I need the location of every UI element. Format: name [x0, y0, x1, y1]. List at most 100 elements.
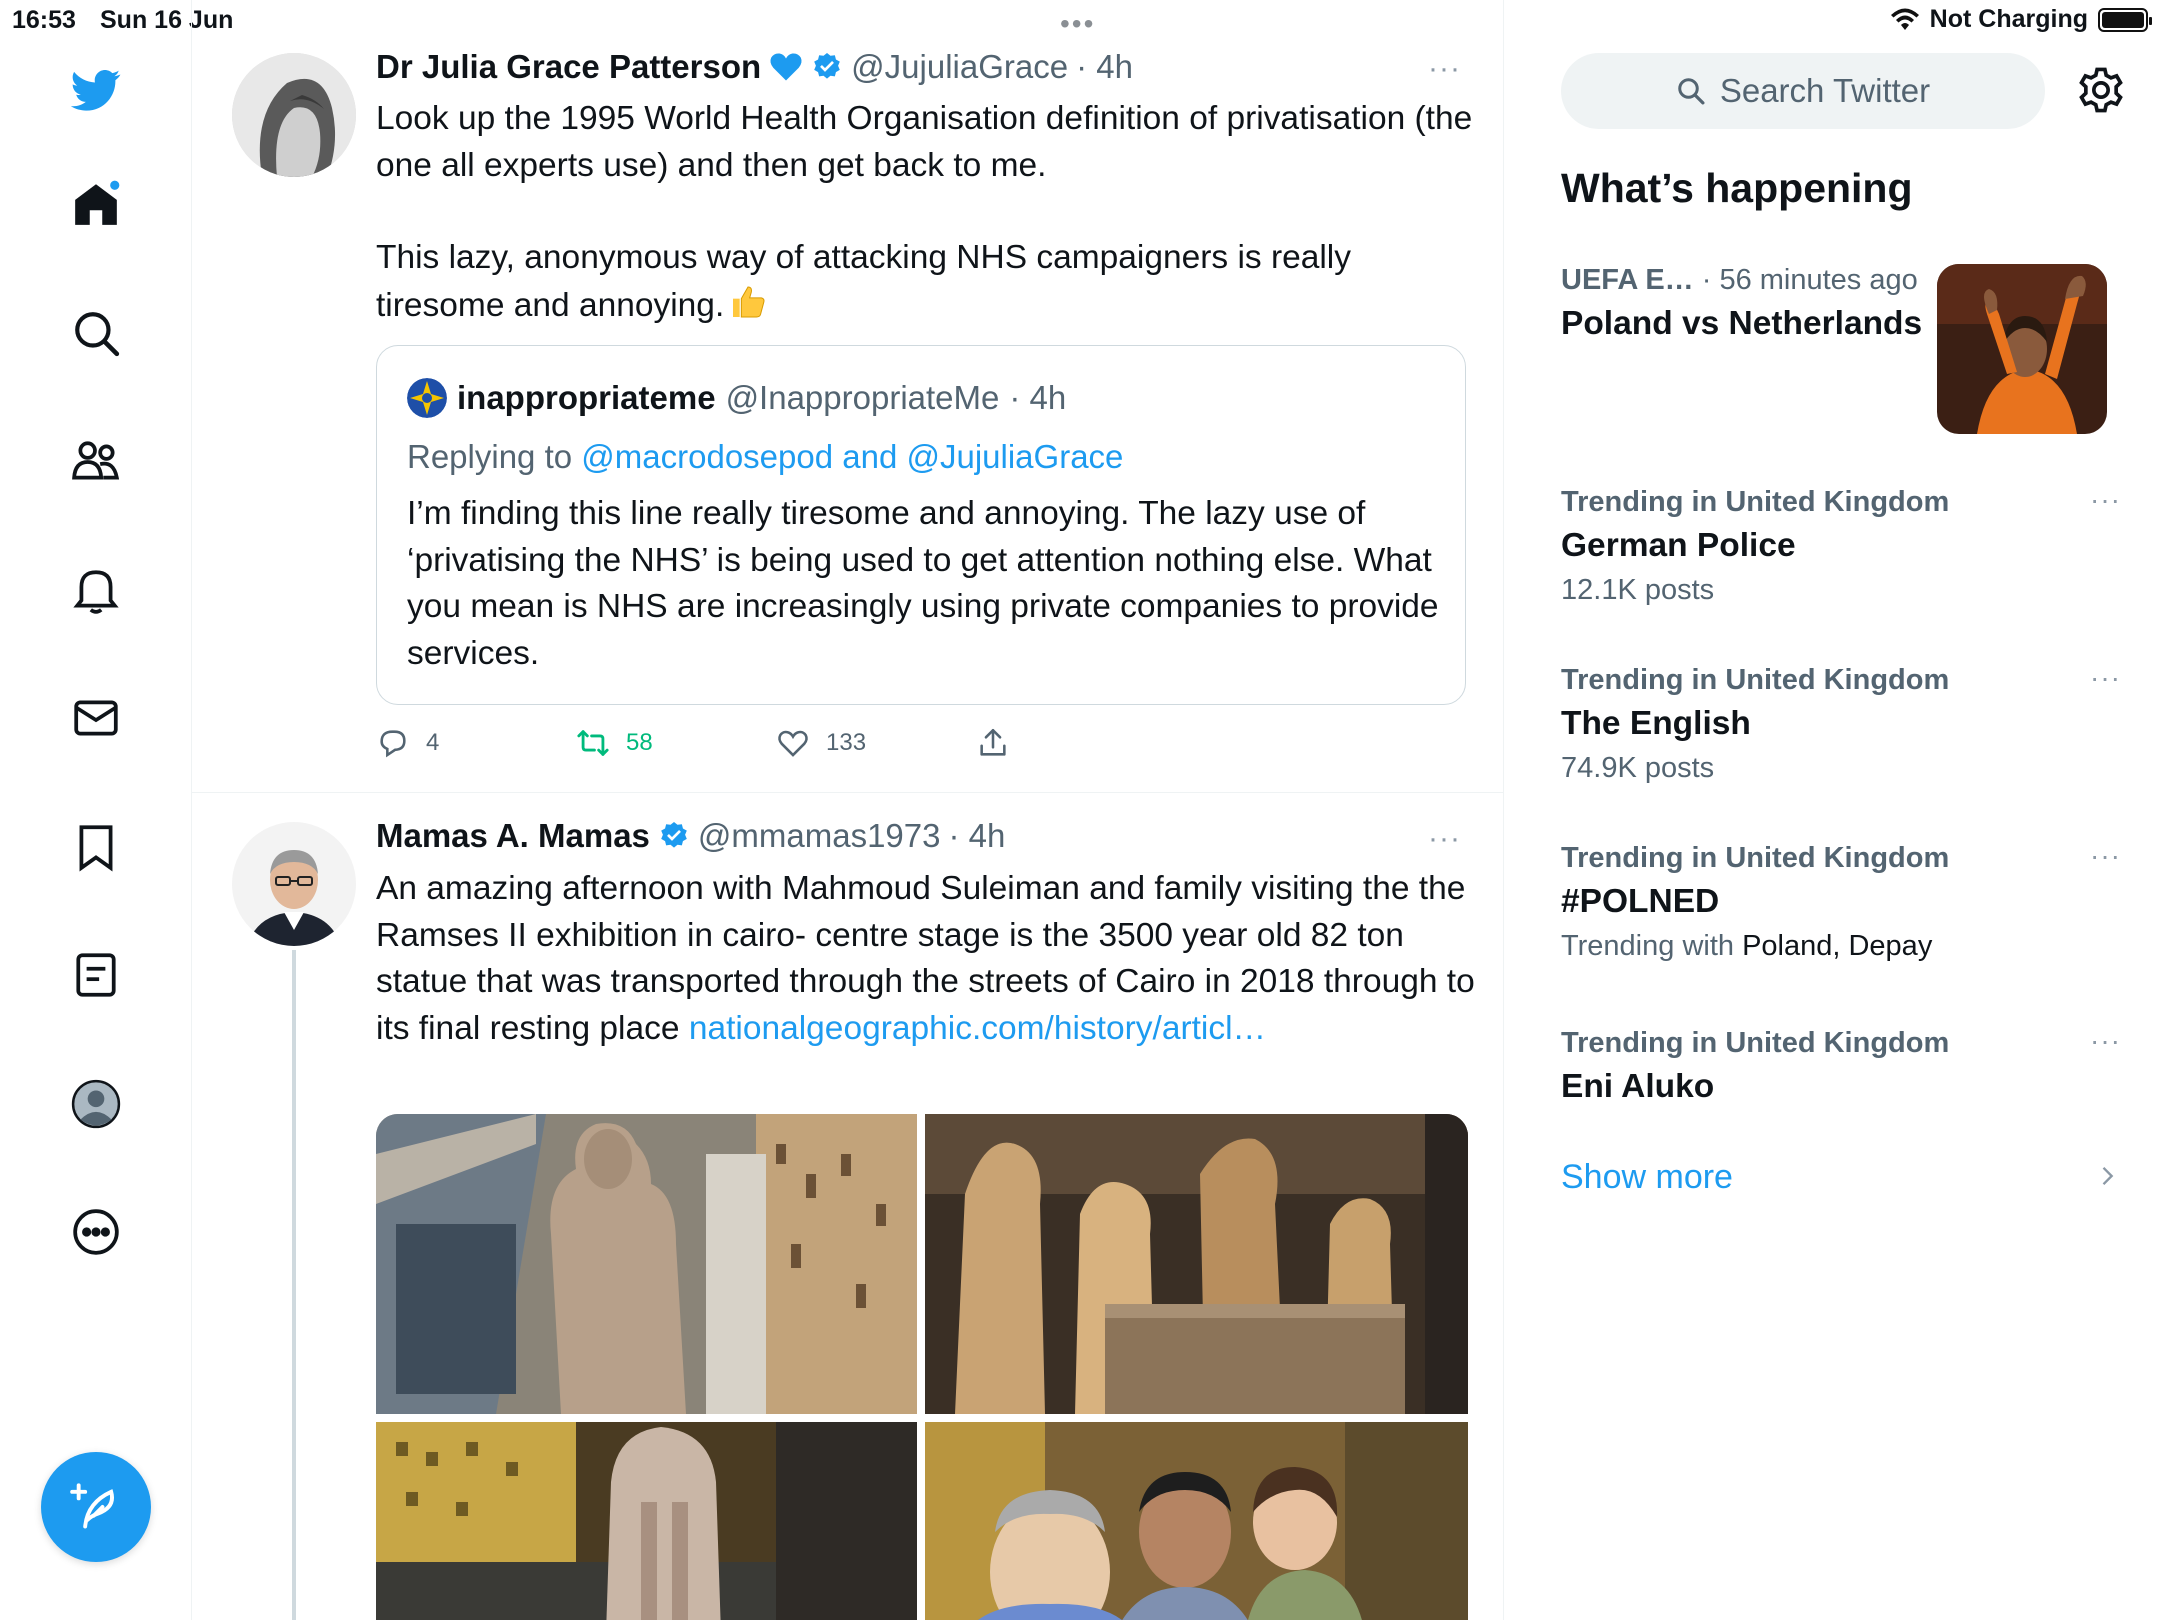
tweet-more-button[interactable]: ··· — [1428, 52, 1461, 86]
more-options-icon[interactable] — [60, 1196, 132, 1268]
trend-item[interactable]: UEFA E… · 56 minutes ago Poland vs Nethe… — [1561, 264, 1941, 344]
timeline[interactable]: Dr Julia Grace Patterson @JujuliaGrace ·… — [192, 0, 1504, 1620]
avatar[interactable] — [232, 822, 356, 946]
author-handle[interactable]: @JujuliaGrace — [851, 48, 1068, 86]
replying-to-users[interactable]: @macrodosepod and @JujuliaGrace — [581, 438, 1123, 475]
tweet-link[interactable]: nationalgeographic.com/history/articl… — [689, 1010, 1266, 1047]
quoted-tweet-header: inappropriateme @InappropriateMe · 4h — [407, 378, 1066, 418]
quoted-avatar[interactable] — [407, 378, 447, 418]
bookmarks-icon[interactable] — [60, 811, 132, 883]
like-button[interactable]: 133 — [776, 726, 866, 760]
blue-heart-icon — [769, 50, 803, 84]
trend-more-button[interactable]: ··· — [2090, 484, 2121, 516]
chevron-right-icon — [2102, 1167, 2114, 1185]
search-icon — [1678, 78, 1705, 105]
quoted-author-name[interactable]: inappropriateme — [457, 379, 716, 417]
messages-mail-icon[interactable] — [60, 682, 132, 754]
tweet-media-grid — [376, 1114, 1468, 1620]
tweet-header: Dr Julia Grace Patterson @JujuliaGrace ·… — [376, 48, 1133, 86]
trend-more-button[interactable]: ··· — [2090, 662, 2121, 694]
trend-related-prefix: Trending with — [1561, 930, 1735, 962]
like-count: 133 — [826, 729, 867, 756]
tweet-text: Look up the 1995 World Health Organisati… — [376, 96, 1476, 335]
explore-search-icon[interactable] — [60, 297, 132, 369]
right-sidebar: Search Twitter What’s happening UEFA E… … — [1505, 0, 2160, 1620]
trend-item[interactable]: Trending in United Kingdom #POLNED Trend… — [1561, 840, 2121, 963]
trend-title: Eni Aluko — [1561, 1068, 1715, 1105]
search-input[interactable]: Search Twitter — [1561, 53, 2045, 129]
retweet-icon — [577, 730, 609, 756]
share-button[interactable] — [976, 726, 1010, 760]
trend-posts: 74.9K posts — [1561, 752, 1715, 784]
tweet-paragraph: This lazy, anonymous way of attacking NH… — [376, 235, 1476, 335]
trend-meta: Trending in United Kingdom — [1561, 486, 2121, 519]
tweet-header: Mamas A. Mamas @mmamas1973 · 4h — [376, 817, 1005, 855]
communities-icon[interactable] — [60, 425, 132, 497]
trend-more-button[interactable]: ··· — [2090, 1025, 2121, 1057]
thread-line — [292, 950, 296, 1620]
trend-image[interactable] — [1937, 264, 2107, 434]
tweet-actions: 4 58 133 — [376, 726, 1076, 766]
media-image[interactable] — [925, 1422, 1468, 1620]
media-image[interactable] — [925, 1114, 1468, 1414]
trend-related-terms: Poland, Depay — [1734, 930, 1933, 962]
profile-avatar-icon[interactable] — [60, 1068, 132, 1140]
trend-meta: Trending in United Kingdom — [1561, 842, 2121, 875]
trend-item[interactable]: Trending in United Kingdom Eni Aluko ··· — [1561, 1025, 2121, 1107]
trend-category: UEFA E… — [1561, 264, 1694, 296]
tweet-text: An amazing afternoon with Mahmoud Suleim… — [376, 866, 1476, 1052]
quoted-tweet-time: · 4h — [1009, 379, 1067, 416]
trend-location: Trending in United Kingdom — [1561, 486, 1950, 518]
tweet-time[interactable]: · 4h — [1076, 48, 1133, 86]
replying-to: Replying to @macrodosepod and @JujuliaGr… — [407, 438, 1123, 476]
tweet-time[interactable]: · 4h — [949, 817, 1006, 855]
search-placeholder: Search Twitter — [1719, 72, 1931, 109]
quoted-author-handle[interactable]: @InappropriateMe — [726, 379, 1000, 417]
notifications-bell-icon[interactable] — [60, 554, 132, 626]
trend-location: Trending in United Kingdom — [1561, 842, 1950, 874]
trend-meta: Trending in United Kingdom — [1561, 664, 2121, 697]
quoted-tweet[interactable]: inappropriateme @InappropriateMe · 4h Re… — [376, 345, 1466, 705]
trend-time: · 56 minutes ago — [1693, 264, 1918, 296]
compose-feather-icon — [70, 1483, 114, 1529]
twitter-logo-icon[interactable] — [60, 54, 132, 126]
author-name[interactable]: Dr Julia Grace Patterson — [376, 48, 761, 86]
tweet-divider — [192, 792, 1503, 793]
trend-location: Trending in United Kingdom — [1561, 1027, 1950, 1059]
settings-gear-icon[interactable] — [2075, 64, 2127, 116]
trend-related: Trending with Poland, Depay — [1561, 930, 2121, 963]
verified-badge-icon — [811, 51, 843, 83]
tweet-paragraph: Look up the 1995 World Health Organisati… — [376, 100, 1473, 184]
lists-icon[interactable] — [60, 939, 132, 1011]
trend-meta: Trending in United Kingdom — [1561, 1027, 2121, 1060]
author-handle[interactable]: @mmamas1973 — [698, 817, 941, 855]
trend-item[interactable]: Trending in United Kingdom The English 7… — [1561, 662, 2121, 785]
trend-item[interactable]: Trending in United Kingdom German Police… — [1561, 484, 2121, 607]
trend-title: German Police — [1561, 527, 1796, 564]
tweet-more-button[interactable]: ··· — [1428, 822, 1461, 856]
trend-title: The English — [1561, 705, 1751, 742]
trend-location: Trending in United Kingdom — [1561, 664, 1950, 696]
quoted-tweet-text: I’m finding this line really tiresome an… — [407, 495, 1439, 672]
trend-meta: UEFA E… · 56 minutes ago — [1561, 264, 1941, 297]
replying-prefix: Replying to — [407, 438, 573, 475]
media-image[interactable] — [376, 1114, 917, 1414]
trend-title: Poland vs Netherlands — [1561, 305, 1923, 342]
share-icon — [980, 728, 1006, 756]
author-name[interactable]: Mamas A. Mamas — [376, 817, 650, 855]
avatar[interactable] — [232, 53, 356, 177]
reply-icon — [380, 730, 406, 758]
heart-icon — [778, 730, 808, 757]
compose-tweet-button[interactable] — [41, 1452, 151, 1562]
media-image[interactable] — [376, 1422, 917, 1620]
tweet-paragraph-text: This lazy, anonymous way of attacking NH… — [376, 239, 1352, 324]
reply-count: 4 — [426, 729, 440, 756]
trend-more-button[interactable]: ··· — [2090, 840, 2121, 872]
whats-happening-title: What’s happening — [1561, 165, 1913, 211]
reply-button[interactable]: 4 — [376, 726, 439, 760]
home-icon[interactable] — [60, 168, 132, 240]
left-nav — [0, 0, 192, 1620]
show-more-link[interactable]: Show more — [1561, 1158, 1733, 1197]
retweet-button[interactable]: 58 — [576, 726, 653, 760]
thumbs-up-emoji-icon — [728, 282, 768, 336]
